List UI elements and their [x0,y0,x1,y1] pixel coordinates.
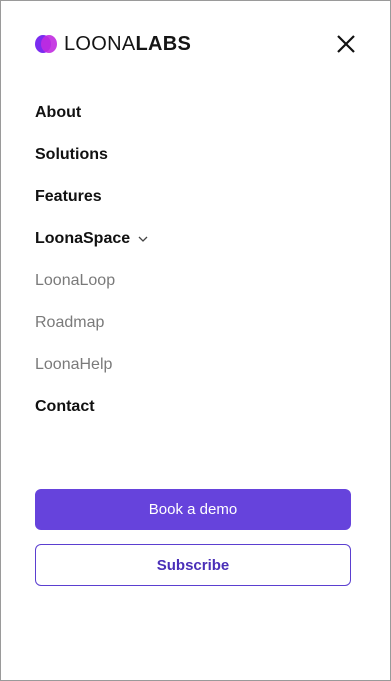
menu-header: LOONALABS [35,33,356,55]
chevron-down-icon [138,227,148,251]
mobile-nav: About Solutions Features LoonaSpace Loon… [35,101,148,437]
menu-panel: LOONALABS About Solutions Features Loona… [0,0,391,681]
nav-item-contact[interactable]: Contact [35,395,148,437]
brand-name-bold: LABS [135,33,192,55]
brand-name-light: LOONA [64,33,136,55]
close-icon[interactable] [336,34,356,54]
nav-item-label: LoonaHelp [35,356,113,373]
subscribe-button[interactable]: Subscribe [35,544,351,586]
nav-item-about[interactable]: About [35,101,148,143]
nav-item-loonahelp[interactable]: LoonaHelp [35,353,148,395]
nav-item-solutions[interactable]: Solutions [35,143,148,185]
nav-item-label: Features [35,188,102,205]
nav-item-roadmap[interactable]: Roadmap [35,311,148,353]
nav-item-label: LoonaSpace [35,230,131,247]
brand-logo[interactable]: LOONALABS [35,33,191,55]
brand-wordmark: LOONALABS [64,33,191,55]
nav-item-loonaloop[interactable]: LoonaLoop [35,269,148,311]
nav-item-label: Roadmap [35,314,105,331]
logo-icon [35,34,57,54]
nav-item-label: Contact [35,398,95,415]
nav-item-label: About [35,104,82,121]
nav-item-label: Solutions [35,146,108,163]
nav-item-loonaspace[interactable]: LoonaSpace [35,227,148,269]
book-demo-button[interactable]: Book a demo [35,489,351,530]
nav-item-features[interactable]: Features [35,185,148,227]
nav-item-label: LoonaLoop [35,272,116,289]
